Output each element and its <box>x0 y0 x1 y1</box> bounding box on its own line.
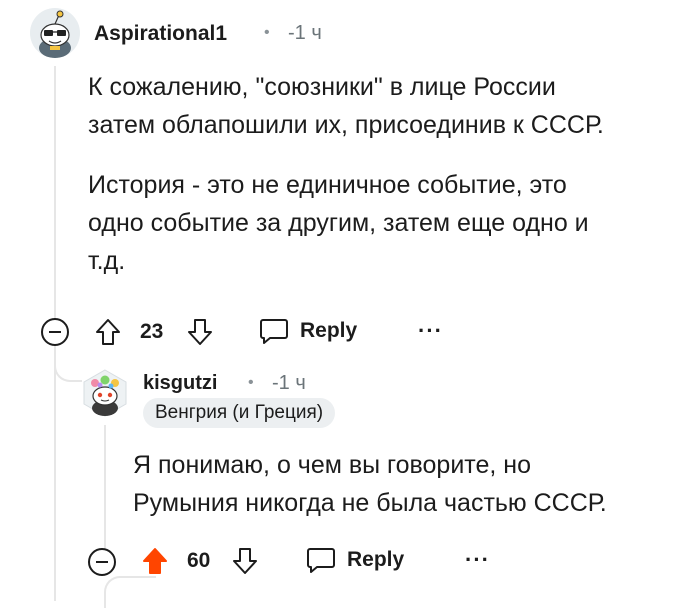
comment-line: затем облапошили их, присоединив к СССР. <box>88 111 604 139</box>
reply-button[interactable]: Reply <box>305 545 404 575</box>
comment-time: -1 ч <box>272 372 306 394</box>
reply-label: Reply <box>347 548 405 571</box>
comment-line: Я понимаю, о чем вы говорите, но <box>133 451 531 479</box>
comment-time: -1 ч <box>288 22 322 44</box>
thread-line-main-lower <box>54 346 56 601</box>
snoo-avatar-icon <box>30 8 80 58</box>
comment-line: К сожалению, "союзники" в лице России <box>88 73 556 101</box>
username[interactable]: kisgutzi <box>143 372 217 395</box>
thread-branch-curve <box>54 350 82 382</box>
vote-score: 23 <box>140 320 164 343</box>
user-avatar[interactable] <box>30 8 80 58</box>
downvote-button[interactable] <box>229 545 261 577</box>
downvote-button[interactable] <box>184 316 216 348</box>
thread-line-reply <box>104 425 106 555</box>
user-avatar[interactable] <box>80 368 130 418</box>
collapse-minus-icon <box>41 318 69 346</box>
more-options-button[interactable]: ··· <box>465 547 490 573</box>
vote-score: 60 <box>187 549 211 572</box>
arrow-down-icon <box>233 548 257 574</box>
upvote-button[interactable] <box>92 316 124 348</box>
arrow-up-icon <box>96 319 120 345</box>
reply-label: Reply <box>300 319 358 342</box>
snoo-avatar-hex-icon <box>83 369 127 417</box>
comment-body: К сожалению, "союзники" в лице России за… <box>88 68 688 280</box>
comment-line: т.д. <box>88 247 126 275</box>
speech-bubble-icon <box>260 319 288 344</box>
comment-line: Румыния никогда не была частью СССР. <box>133 489 607 517</box>
arrow-down-icon <box>188 319 212 345</box>
more-options-button[interactable]: ··· <box>418 318 443 344</box>
username[interactable]: Aspirational1 <box>94 22 227 46</box>
meta-dot: • <box>264 24 270 41</box>
user-flair: Венгрия (и Греция) <box>143 398 336 428</box>
arrow-up-icon <box>143 548 167 574</box>
upvote-button[interactable] <box>139 545 171 577</box>
reply-button[interactable]: Reply <box>258 316 357 346</box>
comment-body: Я понимаю, о чем вы говорите, но Румыния… <box>133 446 693 522</box>
collapse-button[interactable] <box>40 317 70 347</box>
comment-line: История - это не единичное событие, это <box>88 171 567 199</box>
speech-bubble-icon <box>307 548 335 573</box>
collapse-minus-icon <box>88 548 116 576</box>
meta-dot: • <box>248 374 254 391</box>
comment-line: одно событие за другим, затем еще одно и <box>88 209 589 237</box>
collapse-button[interactable] <box>87 547 117 577</box>
thread-branch-curve-bottom <box>104 576 156 608</box>
thread-line-main <box>54 66 56 321</box>
